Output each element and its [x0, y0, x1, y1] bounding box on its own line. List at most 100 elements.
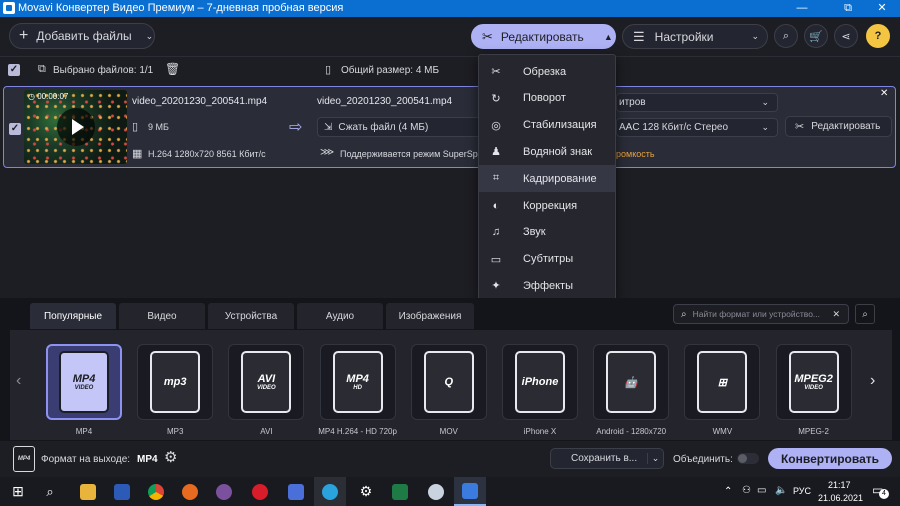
- scroll-left-icon[interactable]: ‹: [16, 372, 21, 390]
- cart-button[interactable]: 🛒: [804, 24, 828, 48]
- format-icon: AVI VIDEO: [241, 351, 292, 413]
- menu-item-label: Коррекция: [523, 199, 578, 212]
- compress-select[interactable]: ⇲ Сжать файл (4 МБ): [317, 117, 482, 137]
- settings-taskbar-button[interactable]: ⚙: [350, 477, 382, 506]
- menu-item-rotate[interactable]: ↻ Поворот: [479, 85, 615, 112]
- search-button[interactable]: ⌕: [774, 24, 798, 48]
- format-tab-4[interactable]: Изображения: [386, 303, 474, 329]
- window-title: Movavi Конвертер Видео Премиум – 7-дневн…: [18, 2, 344, 14]
- format-icon: MPEG2 VIDEO: [788, 351, 839, 413]
- output-format-value: MP4: [137, 454, 158, 465]
- format-card-mp4[interactable]: MP4 VIDEO: [46, 344, 122, 420]
- search-taskbar-button[interactable]: ⌕: [34, 477, 66, 506]
- menu-item-correction[interactable]: ◐ Коррекция: [479, 192, 615, 219]
- maximize-button[interactable]: ⧉: [830, 0, 866, 17]
- scissors-icon: ✂: [491, 66, 501, 78]
- volume-icon[interactable]: 🔈: [775, 485, 787, 496]
- format-icon-subtext: VIDEO: [74, 385, 94, 391]
- clear-icon[interactable]: ✕: [832, 309, 840, 320]
- audio-value: AAC 128 Кбит/с Стерео: [619, 122, 729, 133]
- row-edit-button[interactable]: ✂ Редактировать: [785, 116, 892, 137]
- language-indicator[interactable]: РУС: [793, 486, 811, 496]
- format-icon-text: mp3: [163, 376, 187, 388]
- format-tab-0[interactable]: Популярные: [30, 303, 116, 329]
- trash-icon[interactable]: 🗑: [165, 62, 180, 76]
- save-app-taskbar-button[interactable]: [280, 477, 312, 506]
- clock-time[interactable]: 21:17: [828, 480, 851, 490]
- chevron-down-icon: ⌄: [761, 122, 769, 132]
- palette-icon: [428, 483, 444, 500]
- format-search-device-button[interactable]: ⌕: [855, 304, 875, 324]
- chevron-up-icon[interactable]: ⌃: [724, 486, 732, 497]
- excel-taskbar-button[interactable]: [384, 477, 416, 506]
- file-row[interactable]: ✓ ◷ 00:00:07 video_20201230_200541.mp4 ▯…: [3, 86, 896, 168]
- format-card-mpeg-2[interactable]: MPEG2 VIDEO: [775, 344, 852, 420]
- convert-button[interactable]: Конвертировать: [768, 448, 892, 469]
- settings-button[interactable]: ☰ Настройки ⌄: [622, 24, 768, 49]
- edit-menu-button[interactable]: ✂ Редактировать ▲: [471, 24, 616, 49]
- subtitles-select[interactable]: итров ⌄: [616, 93, 778, 112]
- file-size-icon: ▯: [325, 64, 332, 76]
- paint-taskbar-button[interactable]: [420, 477, 452, 506]
- menu-item-crop[interactable]: ⌗ Кадрирование: [479, 165, 615, 193]
- format-search-input[interactable]: ⌕ Найти формат или устройство... ✕: [673, 304, 849, 324]
- music-icon: ♫: [491, 226, 501, 239]
- save-to-select[interactable]: Сохранить в... ⌄: [550, 448, 664, 469]
- menu-item-subtitles[interactable]: ▭ Субтитры: [479, 246, 615, 273]
- format-card-wmv[interactable]: ⊞: [684, 344, 761, 420]
- format-label: MP3: [166, 427, 184, 436]
- play-icon[interactable]: [57, 108, 95, 146]
- share-button[interactable]: ⋖: [834, 24, 858, 48]
- merge-toggle[interactable]: [737, 453, 759, 464]
- format-card-mp3[interactable]: mp3: [137, 344, 214, 420]
- audio-select[interactable]: AAC 128 Кбит/с Стерео ⌄: [616, 118, 778, 137]
- start-button[interactable]: ⊞: [2, 477, 34, 506]
- people-icon[interactable]: ⚇: [742, 485, 751, 496]
- bottom-bar: MP4 Формат на выходе: MP4 ⚙ Сохранить в.…: [0, 441, 900, 476]
- menu-item-scissors[interactable]: ✂ Обрезка: [479, 58, 615, 85]
- notifications-button[interactable]: ▭ 4: [872, 483, 889, 499]
- format-tab-2[interactable]: Устройства: [208, 303, 294, 329]
- scroll-right-icon[interactable]: ›: [870, 372, 875, 390]
- format-icon-text: MP4: [72, 373, 96, 385]
- video-thumbnail[interactable]: ◷ 00:00:07: [24, 90, 127, 164]
- tools-icon: ✂: [795, 121, 805, 133]
- format-icon-text: MPEG2: [794, 373, 833, 385]
- firefox-taskbar-button[interactable]: [174, 477, 206, 506]
- help-button[interactable]: ?: [866, 24, 890, 48]
- format-card-iphone-x[interactable]: iPhone: [502, 344, 578, 420]
- format-card-mov[interactable]: Q: [410, 344, 487, 420]
- chrome-taskbar-button[interactable]: [140, 477, 172, 506]
- floppy-icon: [288, 483, 304, 500]
- movavi-taskbar-button[interactable]: [454, 477, 486, 506]
- opera-icon: [252, 483, 268, 500]
- gear-icon[interactable]: ⚙: [164, 448, 177, 466]
- chevron-down-icon: ⌄: [647, 453, 663, 464]
- minimize-button[interactable]: —: [784, 0, 820, 17]
- menu-item-music[interactable]: ♫ Звук: [479, 219, 615, 246]
- clock-date[interactable]: 21.06.2021: [818, 493, 863, 503]
- explorer-taskbar-button[interactable]: [72, 477, 104, 506]
- telegram-taskbar-button[interactable]: [314, 477, 346, 506]
- format-tab-1[interactable]: Видео: [119, 303, 205, 329]
- file-icon: ▯: [132, 121, 139, 133]
- format-tab-3[interactable]: Аудио: [297, 303, 383, 329]
- remove-file-button[interactable]: ✕: [880, 88, 888, 99]
- word-taskbar-button[interactable]: [106, 477, 138, 506]
- file-checkbox[interactable]: ✓: [9, 123, 21, 135]
- settings-label: Настройки: [654, 29, 714, 44]
- viber-taskbar-button[interactable]: [208, 477, 240, 506]
- select-all-checkbox[interactable]: ✓: [8, 64, 20, 76]
- telegram-icon: [322, 483, 338, 500]
- menu-item-watermark[interactable]: ♟ Водяной знак: [479, 138, 615, 165]
- add-files-button[interactable]: + Добавить файлы ⌄: [9, 23, 155, 49]
- format-card-avi[interactable]: AVI VIDEO: [228, 344, 305, 420]
- close-window-button[interactable]: ✕: [864, 0, 900, 17]
- format-card-android-1280x720[interactable]: 🤖: [593, 344, 670, 420]
- sliders-icon: ☰: [633, 28, 645, 44]
- network-icon[interactable]: ▭: [757, 485, 766, 496]
- opera-taskbar-button[interactable]: [244, 477, 276, 506]
- menu-item-stabilize[interactable]: ◎ Стабилизация: [479, 112, 615, 139]
- menu-item-effects[interactable]: ✦ Эффекты: [479, 272, 615, 299]
- format-card-mp4-h-264-hd-720p[interactable]: MP4 HD: [319, 344, 396, 420]
